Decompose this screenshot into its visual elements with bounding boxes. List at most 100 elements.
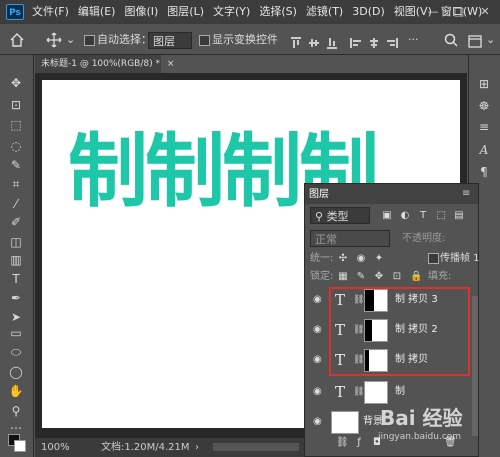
layer-mask-thumbnail[interactable] — [364, 381, 388, 404]
link-icon[interactable]: ⛓ — [353, 386, 364, 398]
paragraph-icon[interactable]: ¶ — [476, 164, 492, 180]
options-bar: ⌄ 自动选择： 图层 显示变换控件 ··· ⌄ — [0, 26, 500, 55]
background-color-swatch[interactable] — [14, 440, 26, 452]
blend-mode-dropdown[interactable]: 正常 — [310, 230, 390, 247]
close-button[interactable]: ✕ — [476, 0, 494, 24]
tab-close-icon[interactable]: × — [167, 59, 175, 69]
lasso-icon[interactable]: ◌ — [8, 138, 24, 154]
canvas-text-3: 制 — [222, 125, 302, 218]
unify-visibility-icon[interactable]: ◉ — [356, 254, 366, 264]
type-tool-icon[interactable]: T — [8, 271, 24, 287]
horizontal-scrollbar[interactable] — [213, 443, 299, 451]
brush-icon[interactable]: ✐ — [8, 214, 24, 230]
document-tab[interactable]: 未标题-1 @ 100%(RGB/8) * × — [35, 55, 174, 73]
eye-icon[interactable]: ◉ — [313, 324, 325, 336]
menu-type[interactable]: 文字(Y) — [213, 0, 250, 24]
unify-style-icon[interactable]: ✦ — [374, 254, 384, 264]
layer-row[interactable]: ◉ T ⛓ 制 — [305, 377, 473, 407]
workspace-chevron-icon[interactable]: ⌄ — [486, 26, 495, 54]
layer-name[interactable]: 制 — [395, 377, 405, 407]
eye-icon[interactable]: ◉ — [313, 294, 325, 306]
filter-pixel-icon[interactable]: ▣ — [382, 211, 392, 221]
search-icon[interactable] — [444, 32, 458, 51]
menu-file[interactable]: 文件(F) — [32, 0, 69, 24]
layers-tab[interactable]: 图层 — [309, 186, 329, 204]
filter-shape-icon[interactable]: ⬚ — [436, 211, 446, 221]
opacity-label: 不透明度: — [402, 233, 446, 244]
gradient-icon[interactable]: ▥ — [8, 252, 24, 268]
fill-label: 填充: — [428, 271, 452, 282]
lock-pixels-icon[interactable]: ▦ — [338, 272, 348, 282]
propagate-checkbox[interactable] — [428, 253, 439, 264]
eye-icon[interactable]: ◉ — [313, 416, 325, 428]
filter-type-icon[interactable]: T — [418, 211, 428, 221]
eye-icon[interactable]: ◉ — [313, 354, 325, 366]
filter-adjust-icon[interactable]: ◐ — [400, 211, 410, 221]
watermark-url: jingyan.baidu.com — [378, 432, 462, 442]
rectangle-icon[interactable]: ▭ — [8, 325, 24, 341]
workspace-icon[interactable] — [468, 33, 482, 52]
status-chevron-icon[interactable]: › — [195, 438, 199, 457]
show-transform-checkbox[interactable] — [199, 35, 210, 46]
pen-icon[interactable]: ✒ — [8, 290, 24, 306]
quick-select-icon[interactable]: ✎ — [8, 157, 24, 173]
layer-filter-dropdown[interactable]: ⚲ 类型 — [310, 207, 370, 224]
history-icon[interactable]: ⊞ — [476, 76, 492, 92]
menu-items: 文件(F) 编辑(E) 图像(I) 图层(L) 文字(Y) 选择(S) 滤镜(T… — [32, 0, 491, 24]
lock-label: 锁定: — [310, 271, 334, 282]
align-center-icon[interactable] — [368, 34, 380, 53]
menu-select[interactable]: 选择(S) — [259, 0, 297, 24]
minimize-button[interactable]: — — [424, 0, 442, 24]
marquee-icon[interactable]: ⬚ — [8, 117, 24, 133]
eye-icon[interactable]: ◉ — [313, 386, 325, 398]
text-layer-icon: T — [335, 383, 346, 401]
move-icon[interactable]: ✥ — [8, 75, 24, 91]
align-left-icon[interactable] — [350, 34, 362, 53]
lock-artboard-icon[interactable]: ⊡ — [392, 272, 402, 282]
lock-paint-icon[interactable]: ✎ — [356, 272, 366, 282]
eraser-icon[interactable]: ◫ — [8, 234, 24, 250]
layers-scrollbar[interactable] — [472, 296, 478, 436]
move-tool-icon[interactable] — [46, 32, 62, 48]
filter-search-icon: ⚲ — [315, 210, 327, 223]
eyedropper-icon[interactable]: ⁄ — [8, 196, 24, 212]
home-icon[interactable] — [10, 32, 24, 47]
menu-3d[interactable]: 3D(D) — [352, 0, 385, 24]
auto-select-checkbox[interactable] — [84, 35, 95, 46]
properties-icon[interactable]: ≡ — [476, 119, 492, 135]
align-bottom-icon[interactable] — [326, 34, 338, 53]
document-tab-label: 未标题-1 @ 100%(RGB/8) * — [41, 59, 160, 69]
chevron-down-icon[interactable]: ⌄ — [66, 26, 75, 54]
align-top-icon[interactable] — [290, 34, 302, 53]
menu-layer[interactable]: 图层(L) — [167, 0, 204, 24]
adjust-icon[interactable]: ☸ — [476, 98, 492, 114]
zoom-level[interactable]: 100% — [41, 438, 70, 457]
more-options-icon[interactable]: ··· — [408, 26, 419, 54]
crop-icon[interactable]: ⌗ — [8, 176, 24, 192]
zoom-icon[interactable]: ⚲ — [8, 403, 24, 419]
panel-menu-icon[interactable]: ≡ — [462, 186, 470, 202]
photoshop-logo: Ps — [6, 4, 24, 20]
align-middle-icon[interactable] — [308, 34, 320, 53]
restore-button[interactable]: □ — [450, 0, 468, 24]
unify-position-icon[interactable]: ✣ — [338, 254, 348, 264]
character-icon[interactable]: A — [476, 142, 492, 158]
lock-all-icon[interactable]: 🔒 — [410, 272, 422, 282]
path-select-icon[interactable]: ➤ — [8, 309, 24, 325]
hand-icon[interactable]: ✋ — [8, 383, 24, 399]
lock-position-icon[interactable]: ✥ — [374, 272, 384, 282]
menu-edit[interactable]: 编辑(E) — [78, 0, 116, 24]
align-right-icon[interactable] — [386, 34, 398, 53]
filter-smart-icon[interactable]: ▤ — [454, 211, 464, 221]
auto-select-dropdown[interactable]: 图层 — [148, 32, 192, 49]
ellipse-icon[interactable]: ◯ — [8, 364, 24, 380]
link-layers-icon[interactable]: ⛓ — [336, 438, 349, 448]
shape-icon[interactable]: ⬭ — [8, 344, 24, 360]
menu-image[interactable]: 图像(I) — [124, 0, 158, 24]
menu-bar: Ps 文件(F) 编辑(E) 图像(I) 图层(L) 文字(Y) 选择(S) 滤… — [0, 0, 500, 24]
fx-icon[interactable]: ƒ — [354, 438, 364, 448]
artboard-icon[interactable]: ⊡ — [8, 97, 24, 113]
menu-filter[interactable]: 滤镜(T) — [306, 0, 343, 24]
show-transform-label: 显示变换控件 — [212, 33, 278, 46]
unify-label: 统一: — [310, 253, 334, 264]
